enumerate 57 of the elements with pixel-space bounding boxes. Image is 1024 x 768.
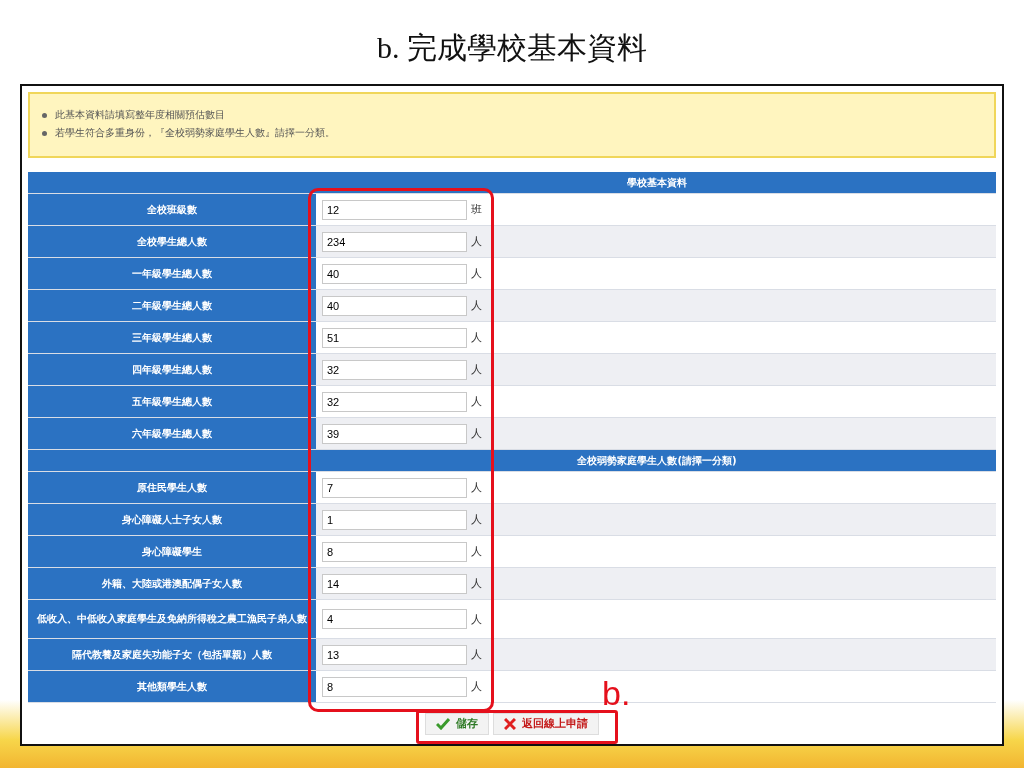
section-header: 學校基本資料 xyxy=(28,172,996,193)
unit-text: 人 xyxy=(471,480,482,495)
number-field[interactable]: 12 xyxy=(322,199,467,220)
number-field[interactable]: 13 xyxy=(322,644,467,665)
unit-text: 人 xyxy=(471,362,482,377)
field-label: 身心障礙人士子女人數 xyxy=(28,504,316,535)
unit-text: 人 xyxy=(471,298,482,313)
field-label: 外籍、大陸或港澳配偶子女人數 xyxy=(28,568,316,599)
field-label: 其他類學生人數 xyxy=(28,671,316,702)
field-label: 五年級學生總人數 xyxy=(28,386,316,417)
number-field[interactable]: 8 xyxy=(322,676,467,697)
number-field[interactable]: 32 xyxy=(322,359,467,380)
number-field[interactable]: 7 xyxy=(322,477,467,498)
unit-text: 人 xyxy=(471,330,482,345)
field-label: 四年級學生總人數 xyxy=(28,354,316,385)
unit-text: 人 xyxy=(471,611,482,627)
unit-text: 人 xyxy=(471,266,482,281)
annotation-label: b. xyxy=(602,674,631,713)
check-icon xyxy=(436,717,450,730)
notice-text: 若學生符合多重身份，『全校弱勢家庭學生人數』請擇一分類。 xyxy=(55,126,335,140)
field-label: 全校學生總人數 xyxy=(28,226,316,257)
bullet-icon xyxy=(42,112,47,118)
unit-text: 人 xyxy=(471,512,482,527)
field-label: 三年級學生總人數 xyxy=(28,322,316,353)
back-button[interactable]: 返回線上申請 xyxy=(493,712,599,735)
number-field[interactable]: 39 xyxy=(322,423,467,444)
field-label: 低收入、中低收入家庭學生及免納所得稅之農工漁民子弟人數 xyxy=(28,600,316,638)
unit-text: 人 xyxy=(471,679,482,694)
unit-text: 班 xyxy=(471,202,482,217)
field-label: 原住民學生人數 xyxy=(28,472,316,503)
field-label: 二年級學生總人數 xyxy=(28,290,316,321)
field-label: 一年級學生總人數 xyxy=(28,258,316,289)
unit-text: 人 xyxy=(471,647,482,662)
field-label: 隔代教養及家庭失功能子女（包括單親）人數 xyxy=(28,639,316,670)
number-field[interactable]: 40 xyxy=(322,295,467,316)
cross-icon xyxy=(504,717,516,730)
slide-title: b. 完成學校基本資料 xyxy=(377,30,647,66)
number-field[interactable]: 1 xyxy=(322,509,467,530)
notice-text: 此基本資料請填寫整年度相關預估數目 xyxy=(55,108,225,122)
field-label: 全校班級數 xyxy=(28,194,316,225)
save-button[interactable]: 儲存 xyxy=(425,712,489,735)
unit-text: 人 xyxy=(471,234,482,249)
field-label: 身心障礙學生 xyxy=(28,536,316,567)
number-field[interactable]: 40 xyxy=(322,263,467,284)
unit-text: 人 xyxy=(471,426,482,441)
unit-text: 人 xyxy=(471,394,482,409)
field-label: 六年級學生總人數 xyxy=(28,418,316,449)
number-field[interactable]: 32 xyxy=(322,391,467,412)
bullet-icon xyxy=(42,130,47,136)
unit-text: 人 xyxy=(471,544,482,559)
number-field[interactable]: 8 xyxy=(322,541,467,562)
number-field[interactable]: 234 xyxy=(322,231,467,252)
number-field[interactable]: 14 xyxy=(322,573,467,594)
number-field[interactable]: 4 xyxy=(322,609,467,629)
section-header: 全校弱勢家庭學生人數(請擇一分類) xyxy=(28,450,996,471)
unit-text: 人 xyxy=(471,576,482,591)
number-field[interactable]: 51 xyxy=(322,327,467,348)
